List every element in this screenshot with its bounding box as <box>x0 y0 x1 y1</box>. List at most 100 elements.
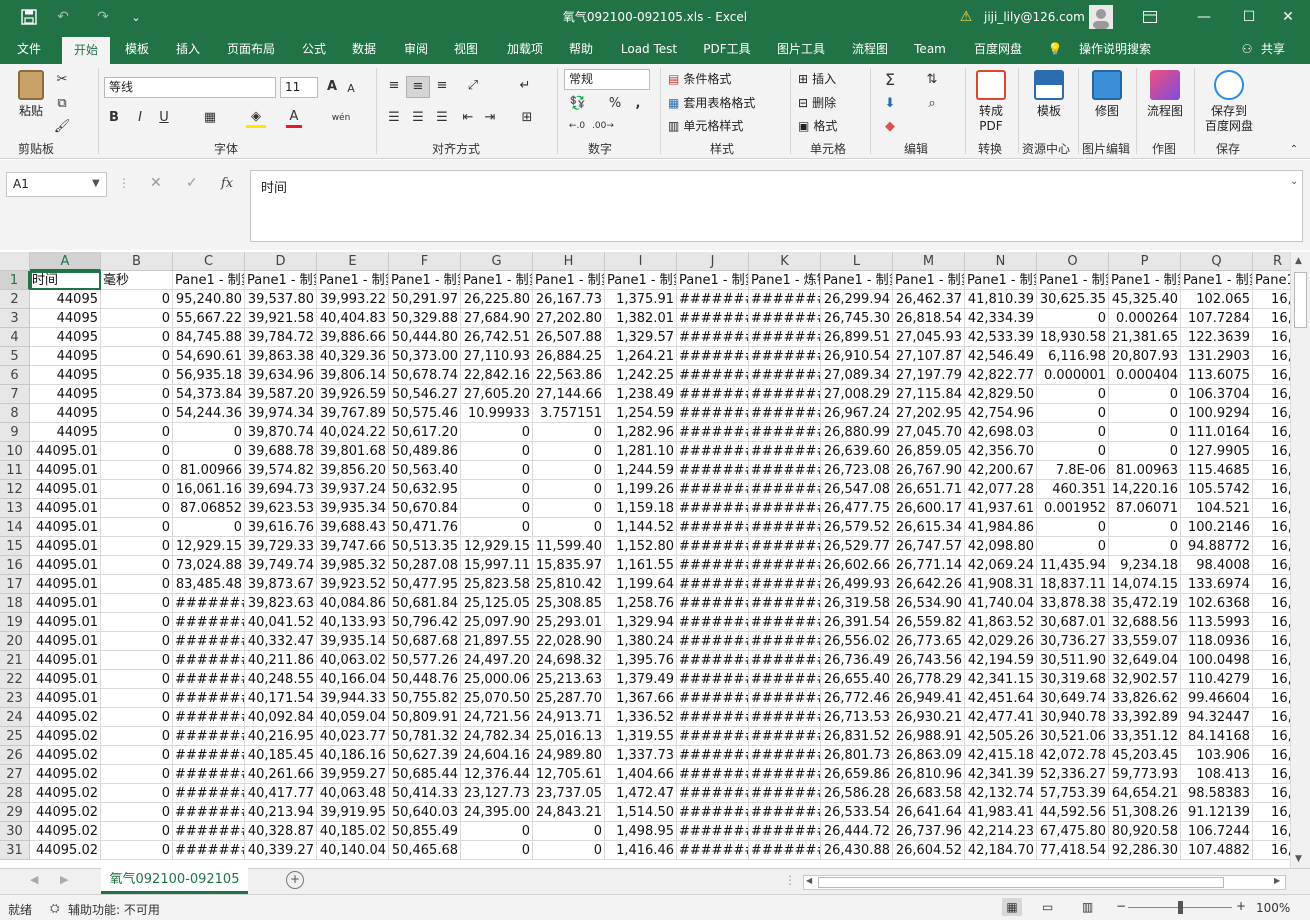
data-cell[interactable]: ####### <box>173 784 245 803</box>
data-cell[interactable]: 26,642.26 <box>893 575 965 594</box>
data-cell[interactable]: 25,810.42 <box>533 575 605 594</box>
orientation-icon[interactable]: ⤢ <box>460 76 486 96</box>
data-cell[interactable]: 21,897.55 <box>461 632 533 651</box>
data-cell[interactable]: 16,6 <box>1253 841 1290 860</box>
data-cell[interactable]: 1,395.76 <box>605 651 677 670</box>
formula-input[interactable]: 时间 <box>250 170 1303 242</box>
data-cell[interactable]: 27,684.90 <box>461 309 533 328</box>
cut-icon[interactable]: ✂ <box>52 70 72 90</box>
data-cell[interactable]: 40,171.54 <box>245 689 317 708</box>
tab-home[interactable]: 开始 <box>62 37 110 64</box>
data-cell[interactable]: 1,281.10 <box>605 442 677 461</box>
data-cell[interactable]: 26,462.37 <box>893 290 965 309</box>
data-cell[interactable]: ####### <box>677 632 749 651</box>
data-cell[interactable]: 30,511.90 <box>1037 651 1109 670</box>
data-cell[interactable]: 25,016.13 <box>533 727 605 746</box>
row-header[interactable]: 5 <box>0 347 30 366</box>
data-cell[interactable]: 42,546.49 <box>965 347 1037 366</box>
data-cell[interactable]: 26,659.86 <box>821 765 893 784</box>
data-cell[interactable]: 16,6 <box>1253 442 1290 461</box>
data-cell[interactable]: 50,471.76 <box>389 518 461 537</box>
data-cell[interactable]: 54,244.36 <box>173 404 245 423</box>
align-top-icon[interactable]: ≡ <box>384 76 404 96</box>
align-middle-icon[interactable]: ≡ <box>406 76 430 98</box>
data-cell[interactable]: 0 <box>461 499 533 518</box>
data-cell[interactable]: 50,287.08 <box>389 556 461 575</box>
data-cell[interactable]: 39,537.80 <box>245 290 317 309</box>
data-cell[interactable]: 50,577.26 <box>389 651 461 670</box>
data-cell[interactable]: 39,993.22 <box>317 290 389 309</box>
data-cell[interactable]: 16,6 <box>1253 651 1290 670</box>
header-cell[interactable]: Pane1 <box>1253 271 1290 290</box>
data-cell[interactable]: 115.4685 <box>1181 461 1253 480</box>
data-cell[interactable]: 0 <box>101 518 173 537</box>
data-cell[interactable]: 39,806.14 <box>317 366 389 385</box>
data-cell[interactable]: 127.9905 <box>1181 442 1253 461</box>
data-cell[interactable]: 39,623.53 <box>245 499 317 518</box>
data-cell[interactable]: ####### <box>677 594 749 613</box>
row-header[interactable]: 2 <box>0 290 30 309</box>
data-cell[interactable]: 26,880.99 <box>821 423 893 442</box>
data-cell[interactable]: ####### <box>173 613 245 632</box>
wrap-text-icon[interactable]: ↵ <box>514 76 536 96</box>
templates-button[interactable]: 模板 <box>1024 70 1074 119</box>
data-cell[interactable]: 25,213.63 <box>533 670 605 689</box>
column-header-D[interactable]: D <box>245 252 317 271</box>
data-cell[interactable]: 26,586.28 <box>821 784 893 803</box>
data-cell[interactable]: ####### <box>749 480 821 499</box>
data-cell[interactable]: 27,202.80 <box>533 309 605 328</box>
data-cell[interactable]: 39,919.95 <box>317 803 389 822</box>
data-cell[interactable]: ####### <box>749 309 821 328</box>
decrease-decimal-icon[interactable]: .00→ <box>592 116 614 136</box>
data-cell[interactable]: 11,599.40 <box>533 537 605 556</box>
header-cell[interactable]: Pane1 - 制氢 <box>461 271 533 290</box>
data-cell[interactable]: 26,533.54 <box>821 803 893 822</box>
data-cell[interactable]: 0.000264 <box>1109 309 1181 328</box>
data-cell[interactable]: ####### <box>749 841 821 860</box>
ribbon-display-icon[interactable] <box>1138 0 1162 34</box>
data-cell[interactable]: 50,448.76 <box>389 670 461 689</box>
data-cell[interactable]: 50,563.40 <box>389 461 461 480</box>
data-cell[interactable]: ####### <box>749 594 821 613</box>
data-cell[interactable]: 44095.01 <box>30 651 101 670</box>
data-cell[interactable]: 0 <box>101 841 173 860</box>
data-cell[interactable]: 24,604.16 <box>461 746 533 765</box>
share-person-icon[interactable]: ⚇ <box>1238 34 1256 64</box>
data-cell[interactable]: 113.6075 <box>1181 366 1253 385</box>
data-cell[interactable]: 40,339.27 <box>245 841 317 860</box>
format-as-table-button[interactable]: ▦ 套用表格格式 <box>668 94 755 111</box>
data-cell[interactable]: 0 <box>1037 442 1109 461</box>
data-cell[interactable]: 44095.01 <box>30 461 101 480</box>
data-cell[interactable]: 44095.01 <box>30 518 101 537</box>
data-cell[interactable]: ####### <box>749 822 821 841</box>
data-cell[interactable]: 0 <box>533 841 605 860</box>
accessibility-icon[interactable]: ⛭ <box>50 901 60 916</box>
data-cell[interactable]: 30,319.68 <box>1037 670 1109 689</box>
data-cell[interactable]: 33,351.12 <box>1109 727 1181 746</box>
data-cell[interactable]: 26,988.91 <box>893 727 965 746</box>
data-cell[interactable]: 39,801.68 <box>317 442 389 461</box>
data-cell[interactable]: 1,498.95 <box>605 822 677 841</box>
data-cell[interactable]: ####### <box>677 765 749 784</box>
row-header[interactable]: 23 <box>0 689 30 708</box>
row-header[interactable]: 13 <box>0 499 30 518</box>
data-cell[interactable]: ####### <box>749 670 821 689</box>
header-cell[interactable]: Pane1 - 制氢 <box>1181 271 1253 290</box>
user-account[interactable]: jiji_lily@126.com <box>984 0 1085 34</box>
data-cell[interactable]: 108.413 <box>1181 765 1253 784</box>
tab-file[interactable]: 文件 <box>4 34 54 64</box>
tab-pdf-tools[interactable]: PDF工具 <box>697 34 757 64</box>
column-header-E[interactable]: E <box>317 252 389 271</box>
data-cell[interactable]: 0 <box>101 385 173 404</box>
header-cell[interactable]: Pane1 - 制氢 <box>1037 271 1109 290</box>
data-cell[interactable]: 21,381.65 <box>1109 328 1181 347</box>
data-cell[interactable]: 107.7284 <box>1181 309 1253 328</box>
column-header-F[interactable]: F <box>389 252 461 271</box>
data-cell[interactable]: 0 <box>461 480 533 499</box>
format-cells-button[interactable]: ▣ 格式 <box>798 117 837 134</box>
data-cell[interactable]: 23,737.05 <box>533 784 605 803</box>
data-cell[interactable]: 0 <box>1037 537 1109 556</box>
data-cell[interactable]: 16,6 <box>1253 803 1290 822</box>
data-cell[interactable]: 1,199.26 <box>605 480 677 499</box>
data-cell[interactable]: ####### <box>173 746 245 765</box>
